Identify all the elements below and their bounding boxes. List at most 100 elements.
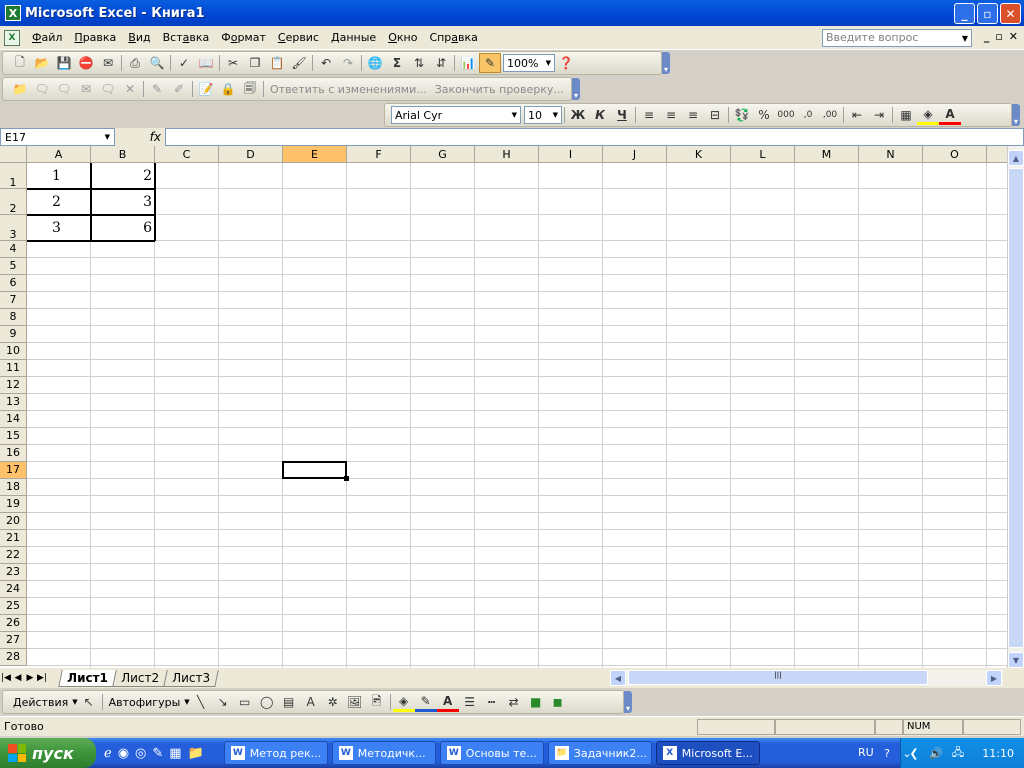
scroll-right-icon[interactable]: ▶ <box>986 670 1002 686</box>
chevron-down-icon[interactable]: ▼ <box>105 133 110 141</box>
font-color-icon[interactable]: A <box>939 105 961 125</box>
ask-question-input[interactable]: Введите вопрос <box>822 29 972 47</box>
font-size-select[interactable]: 10 ▼ <box>524 106 562 124</box>
horizontal-scrollbar[interactable]: ◀ ||| ▶ <box>610 670 1003 686</box>
row-header[interactable]: 11 <box>0 360 27 377</box>
row-header[interactable]: 17 <box>0 462 27 479</box>
row-header[interactable]: 23 <box>0 564 27 581</box>
sort-desc-icon[interactable]: ⇵ <box>430 53 452 73</box>
cell-a3[interactable]: 3 <box>27 215 91 241</box>
help-icon[interactable]: ❓ <box>555 53 577 73</box>
doc-minimize-button[interactable]: _ <box>984 30 990 43</box>
row-header[interactable]: 15 <box>0 428 27 445</box>
align-right-icon[interactable]: ≡ <box>682 105 704 125</box>
browser-icon[interactable]: ◎ <box>135 746 146 761</box>
column-header[interactable]: F <box>347 146 411 163</box>
row-header[interactable]: 22 <box>0 547 27 564</box>
scroll-down-icon[interactable]: ▼ <box>1008 652 1024 668</box>
row-header[interactable]: 26 <box>0 615 27 632</box>
volume-icon[interactable]: 🔊 <box>929 746 943 760</box>
row-header[interactable]: 13 <box>0 394 27 411</box>
column-header[interactable]: B <box>91 146 155 163</box>
folder-icon[interactable]: 📁 <box>188 746 204 761</box>
workbook-icon[interactable]: X <box>4 29 20 46</box>
send-icon[interactable]: ✉ <box>75 79 97 99</box>
comment-icon[interactable]: 🗨 <box>31 79 53 99</box>
maximize-button[interactable]: ▫ <box>977 3 998 24</box>
sort-asc-icon[interactable]: ⇅ <box>408 53 430 73</box>
open-icon[interactable]: 📂 <box>31 53 53 73</box>
network-icon[interactable]: 🖧 <box>951 746 965 760</box>
bold-button[interactable]: Ж <box>567 105 589 125</box>
formula-input[interactable] <box>165 128 1024 146</box>
row-header[interactable]: 24 <box>0 581 27 598</box>
column-header[interactable]: N <box>859 146 923 163</box>
select-all-button[interactable] <box>0 146 27 163</box>
menu-item[interactable]: Вставка <box>157 31 216 44</box>
redo-icon[interactable]: ↷ <box>337 53 359 73</box>
column-header[interactable]: I <box>539 146 603 163</box>
column-header[interactable]: J <box>603 146 667 163</box>
row-header[interactable]: 9 <box>0 326 27 343</box>
3d-icon[interactable]: ◼ <box>547 692 569 712</box>
menu-item[interactable]: Файл <box>26 31 68 44</box>
row-header[interactable]: 5 <box>0 258 27 275</box>
comment-edit-icon[interactable]: 🗨 <box>53 79 75 99</box>
merge-center-icon[interactable]: ⊟ <box>704 105 726 125</box>
reply-with-changes-button[interactable]: Ответить с изменениями... <box>266 83 431 96</box>
zoom-select[interactable]: 100% ▼ <box>503 54 555 72</box>
show-comments-icon[interactable]: 🗨 <box>97 79 119 99</box>
vertical-scroll-thumb[interactable] <box>1008 168 1024 648</box>
thousands-button[interactable]: 000 <box>775 105 797 125</box>
align-center-icon[interactable]: ≡ <box>660 105 682 125</box>
row-header[interactable]: 4 <box>0 241 27 258</box>
ask-question-dropdown-icon[interactable]: ▼ <box>958 29 972 47</box>
taskbar-button[interactable]: X Microsoft E... <box>655 741 760 765</box>
email-icon[interactable]: ✉ <box>97 53 119 73</box>
ink-icon[interactable]: ✎ <box>146 79 168 99</box>
column-header[interactable]: H <box>475 146 539 163</box>
percent-button[interactable]: % <box>753 105 775 125</box>
row-header[interactable]: 10 <box>0 343 27 360</box>
column-header[interactable]: K <box>667 146 731 163</box>
menu-item[interactable]: Правка <box>68 31 122 44</box>
spelling-icon[interactable]: ✓ <box>173 53 195 73</box>
row-header[interactable]: 16 <box>0 445 27 462</box>
language-indicator[interactable]: RU <box>858 746 874 759</box>
format-painter-icon[interactable]: 🖌 <box>288 53 310 73</box>
autosum-icon[interactable]: Σ <box>386 53 408 73</box>
toolbar-options-icon[interactable]: ▾ <box>662 52 670 74</box>
sheet-tab[interactable]: Лист3 <box>163 669 219 687</box>
research-icon[interactable]: 📖 <box>195 53 217 73</box>
textbox-icon[interactable]: ▤ <box>278 692 300 712</box>
menu-item[interactable]: Вид <box>122 31 156 44</box>
row-header[interactable]: 20 <box>0 513 27 530</box>
help-tray-icon[interactable]: ? <box>880 746 894 760</box>
chart-wizard-icon[interactable]: 📊 <box>457 53 479 73</box>
select-objects-icon[interactable]: ↖ <box>78 692 100 712</box>
prev-sheet-icon[interactable]: ◀ <box>12 673 24 683</box>
vertical-scrollbar[interactable]: ▲ ▼ <box>1007 146 1024 668</box>
column-header[interactable]: D <box>219 146 283 163</box>
spreadsheet-grid[interactable]: A B C D E F G H I J K L M N O 1 2 3 4 5 6 7 8 9 10 11 12 13 14 15 16 17… <box>0 146 1007 668</box>
underline-button[interactable]: Ч <box>611 105 633 125</box>
decrease-decimal-icon[interactable]: ,00 <box>819 105 841 125</box>
row-header[interactable]: 7 <box>0 292 27 309</box>
erase-icon[interactable]: ✐ <box>168 79 190 99</box>
row-header[interactable]: 25 <box>0 598 27 615</box>
column-header[interactable]: M <box>795 146 859 163</box>
taskbar-button[interactable]: W Метод рек... <box>223 741 328 765</box>
column-header[interactable]: E <box>283 146 347 163</box>
shadow-icon[interactable]: ■ <box>525 692 547 712</box>
arrow-style-icon[interactable]: ⇄ <box>503 692 525 712</box>
increase-decimal-icon[interactable]: ,0 <box>797 105 819 125</box>
row-header[interactable]: 1 <box>0 163 27 189</box>
start-button[interactable]: пуск <box>0 738 96 768</box>
calculator-icon[interactable]: ▦ <box>169 746 181 761</box>
row-header[interactable]: 18 <box>0 479 27 496</box>
save-icon[interactable]: 💾 <box>53 53 75 73</box>
horizontal-scroll-thumb[interactable]: ||| <box>628 670 928 685</box>
cell-a1[interactable]: 1 <box>27 163 91 189</box>
decrease-indent-icon[interactable]: ⇤ <box>846 105 868 125</box>
minimize-button[interactable]: _ <box>954 3 975 24</box>
